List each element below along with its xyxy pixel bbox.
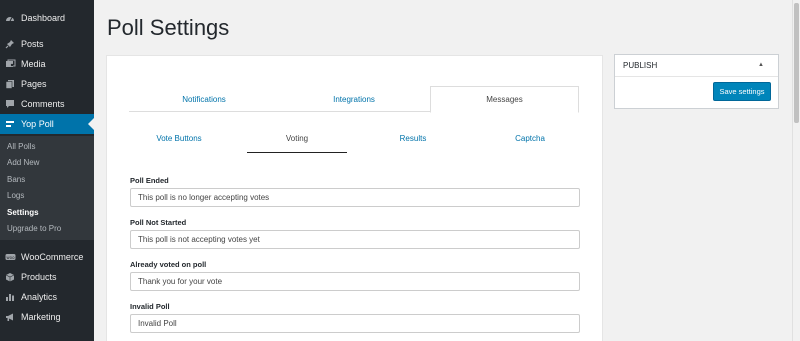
menu-analytics[interactable]: Analytics <box>0 287 94 307</box>
svg-text:woo: woo <box>6 254 15 259</box>
dashboard-icon <box>0 13 20 23</box>
pin-icon <box>0 39 20 49</box>
woo-icon: woo <box>0 253 20 262</box>
poll-not-started-input[interactable]: This poll is not accepting votes yet <box>130 230 580 249</box>
already-voted-label: Already voted on poll <box>130 260 207 269</box>
scrollbar-thumb[interactable] <box>794 3 799 123</box>
submenu-settings[interactable]: Settings <box>7 208 39 217</box>
poll-ended-label: Poll Ended <box>130 176 169 185</box>
invalid-poll-input[interactable]: Invalid Poll <box>130 314 580 333</box>
tab-notifications[interactable]: Notifications <box>129 86 279 112</box>
comment-icon <box>0 99 20 109</box>
already-voted-input[interactable]: Thank you for your vote <box>130 272 580 291</box>
menu-products[interactable]: Products <box>0 267 94 287</box>
menu-dashboard[interactable]: Dashboard <box>0 8 94 28</box>
settings-tabs: Notifications Integrations Messages <box>129 86 579 113</box>
menu-posts[interactable]: Posts <box>0 34 94 54</box>
menu-media[interactable]: Media <box>0 54 94 74</box>
submenu-logs[interactable]: Logs <box>7 191 24 200</box>
submenu-all-polls[interactable]: All Polls <box>7 142 35 151</box>
page-title: Poll Settings <box>107 15 230 40</box>
publish-header[interactable]: PUBLISH ▲ <box>615 55 778 77</box>
poll-not-started-label: Poll Not Started <box>130 218 187 227</box>
media-icon <box>0 59 20 69</box>
submenu-add-new[interactable]: Add New <box>7 158 39 167</box>
admin-sidebar: Dashboard Posts Media Pages Comments Yop… <box>0 0 94 341</box>
tab-integrations[interactable]: Integrations <box>279 86 429 112</box>
menu-yop-poll[interactable]: Yop Poll <box>0 114 94 134</box>
settings-panel: Notifications Integrations Messages Vote… <box>106 55 603 341</box>
poll-icon <box>0 119 20 129</box>
megaphone-icon <box>0 312 20 322</box>
invalid-poll-label: Invalid Poll <box>130 302 170 311</box>
bar-chart-icon <box>0 292 20 302</box>
menu-comments[interactable]: Comments <box>0 94 94 114</box>
active-subtab-underline <box>247 152 347 153</box>
submenu-upgrade-to-pro[interactable]: Upgrade to Pro <box>7 224 61 233</box>
menu-woocommerce[interactable]: woo WooCommerce <box>0 247 94 267</box>
publish-box: PUBLISH ▲ Save settings <box>614 54 779 109</box>
menu-marketing[interactable]: Marketing <box>0 307 94 327</box>
caret-up-icon[interactable]: ▲ <box>758 62 764 68</box>
page-scrollbar[interactable] <box>792 0 800 341</box>
subtab-vote-buttons[interactable]: Vote Buttons <box>129 134 229 143</box>
save-settings-button[interactable]: Save settings <box>713 82 771 101</box>
active-menu-arrow <box>88 118 94 130</box>
yop-poll-submenu: All Polls Add New Bans Logs Settings Upg… <box>0 136 94 240</box>
subtab-captcha[interactable]: Captcha <box>480 134 580 143</box>
menu-pages[interactable]: Pages <box>0 74 94 94</box>
subtab-results[interactable]: Results <box>363 134 463 143</box>
message-subtabs: Vote Buttons Voting Results Captcha <box>129 134 579 154</box>
publish-title: PUBLISH <box>623 61 658 70</box>
poll-ended-input[interactable]: This poll is no longer accepting votes <box>130 188 580 207</box>
pages-icon <box>0 79 20 89</box>
box-icon <box>0 272 20 282</box>
tab-messages[interactable]: Messages <box>430 86 579 113</box>
subtab-voting[interactable]: Voting <box>247 134 347 143</box>
submenu-bans[interactable]: Bans <box>7 175 25 184</box>
